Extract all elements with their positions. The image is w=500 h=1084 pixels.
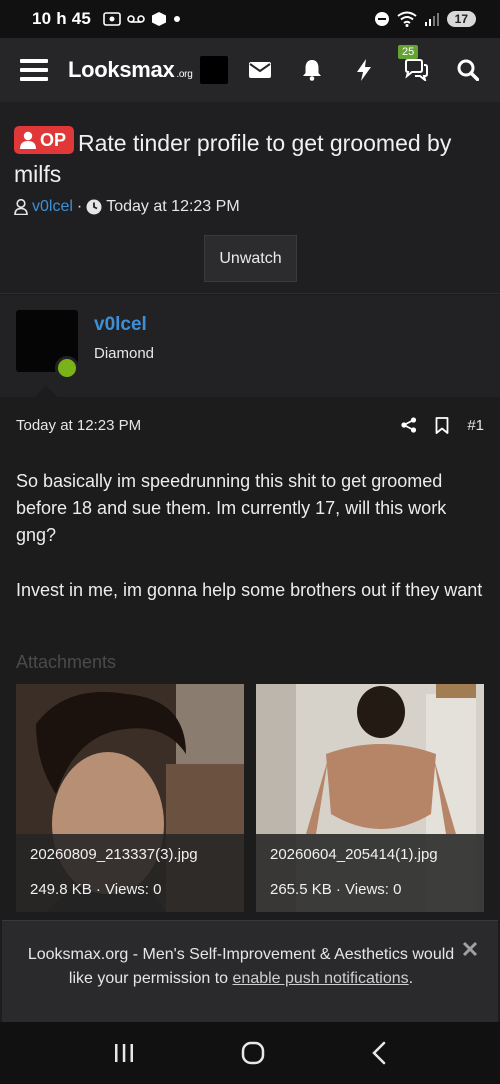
- author-caret: [34, 385, 58, 409]
- op-badge: OP: [14, 126, 75, 154]
- thread-header: OP Rate tinder profile to get groomed by…: [0, 102, 500, 294]
- enable-push-link[interactable]: enable push notifications: [233, 970, 409, 987]
- whats-new-button[interactable]: [352, 58, 376, 82]
- post-paragraph: So basically im speedrunning this shit t…: [16, 471, 447, 545]
- status-time: 10 h 45: [32, 9, 92, 28]
- post-author-block: v0lcel Diamond: [0, 295, 500, 409]
- thread-meta: v0lcel · Today at 12:23 PM: [14, 198, 240, 216]
- thread-title: OP Rate tinder profile to get groomed by…: [14, 126, 484, 190]
- site-logo[interactable]: Looksmax .org: [68, 57, 193, 83]
- meta-separator: ·: [76, 198, 83, 215]
- recent-apps-icon[interactable]: [113, 1043, 135, 1063]
- thread-time-link[interactable]: Today at 12:23 PM: [106, 198, 239, 216]
- mail-icon: [249, 62, 271, 78]
- post-number-link[interactable]: #1: [467, 417, 484, 434]
- attachments-title: Attachments: [16, 652, 117, 672]
- post-author-name[interactable]: v0lcel: [94, 314, 147, 336]
- attachment-filename: 20260604_205414(1).jpg: [270, 846, 438, 863]
- menu-icon[interactable]: [20, 59, 48, 81]
- attachment-filename: 20260809_213337(3).jpg: [30, 846, 198, 863]
- status-icons: [103, 11, 181, 27]
- unwatch-button[interactable]: Unwatch: [204, 235, 297, 282]
- attachment-info: 249.8 KB · Views: 0: [30, 881, 162, 898]
- logo-text: Looksmax: [68, 57, 175, 82]
- cube-icon: [152, 12, 167, 26]
- attachment-thumbnail[interactable]: 20260809_213337(3).jpg 249.8 KB · Views:…: [16, 684, 244, 912]
- post-body: So basically im speedrunning this shit t…: [16, 468, 488, 632]
- thread-author-link[interactable]: v0lcel: [32, 198, 73, 216]
- battery-indicator: 17: [446, 11, 476, 27]
- conversations-badge: 25: [398, 45, 419, 59]
- post-author-rank: Diamond: [94, 345, 155, 362]
- android-nav-bar: [0, 1022, 500, 1084]
- post-time-link[interactable]: Today at 12:23 PM: [16, 417, 141, 434]
- bell-icon: [303, 60, 321, 81]
- status-bar: 10 h 45 17: [0, 0, 500, 38]
- mail-button[interactable]: [248, 58, 272, 82]
- close-icon[interactable]: [462, 941, 478, 957]
- attachment-info: 265.5 KB · Views: 0: [270, 881, 402, 898]
- logo-suffix: .org: [176, 69, 193, 80]
- user-icon: [20, 131, 36, 149]
- voicemail-icon: [127, 15, 145, 23]
- top-navbar: Looksmax .org 25: [0, 38, 500, 102]
- home-icon[interactable]: [241, 1041, 265, 1065]
- post-paragraph: Invest in me, im gonna help some brother…: [16, 580, 483, 600]
- dot-icon: [174, 16, 181, 22]
- notice-text: Looksmax.org - Men's Self-Improvement & …: [26, 943, 456, 991]
- attachment-caption: 20260604_205414(1).jpg 265.5 KB · Views:…: [256, 834, 484, 912]
- chat-icon: [405, 59, 428, 81]
- post-actions: #1: [401, 417, 484, 434]
- share-icon[interactable]: [401, 417, 417, 433]
- screen-record-icon: [103, 12, 121, 26]
- search-icon: [457, 59, 479, 81]
- op-label: OP: [40, 129, 67, 150]
- attachment-caption: 20260809_213337(3).jpg 249.8 KB · Views:…: [16, 834, 244, 912]
- bookmark-icon[interactable]: [435, 416, 449, 434]
- notice-period: .: [408, 970, 414, 987]
- nav-icons: 25: [248, 45, 480, 82]
- online-status-indicator: [55, 356, 79, 380]
- signal-icon: [424, 13, 439, 26]
- attachment-thumbnail[interactable]: 20260604_205414(1).jpg 265.5 KB · Views:…: [256, 684, 484, 912]
- conversations-button[interactable]: 25: [398, 45, 428, 82]
- user-avatar[interactable]: [200, 56, 229, 84]
- push-notification-notice: Looksmax.org - Men's Self-Improvement & …: [2, 920, 498, 1022]
- clock-icon: [86, 199, 102, 215]
- lightning-icon: [357, 59, 371, 81]
- user-icon: [14, 199, 28, 215]
- search-button[interactable]: [456, 58, 480, 82]
- status-right: 17: [374, 11, 476, 27]
- do-not-disturb-icon: [374, 12, 389, 26]
- alerts-button[interactable]: [300, 58, 324, 82]
- post-meta: Today at 12:23 PM #1: [16, 410, 484, 440]
- wifi-icon: [397, 11, 417, 27]
- thread-title-text: Rate tinder profile to get groomed by mi…: [14, 130, 452, 187]
- back-icon[interactable]: [371, 1041, 387, 1065]
